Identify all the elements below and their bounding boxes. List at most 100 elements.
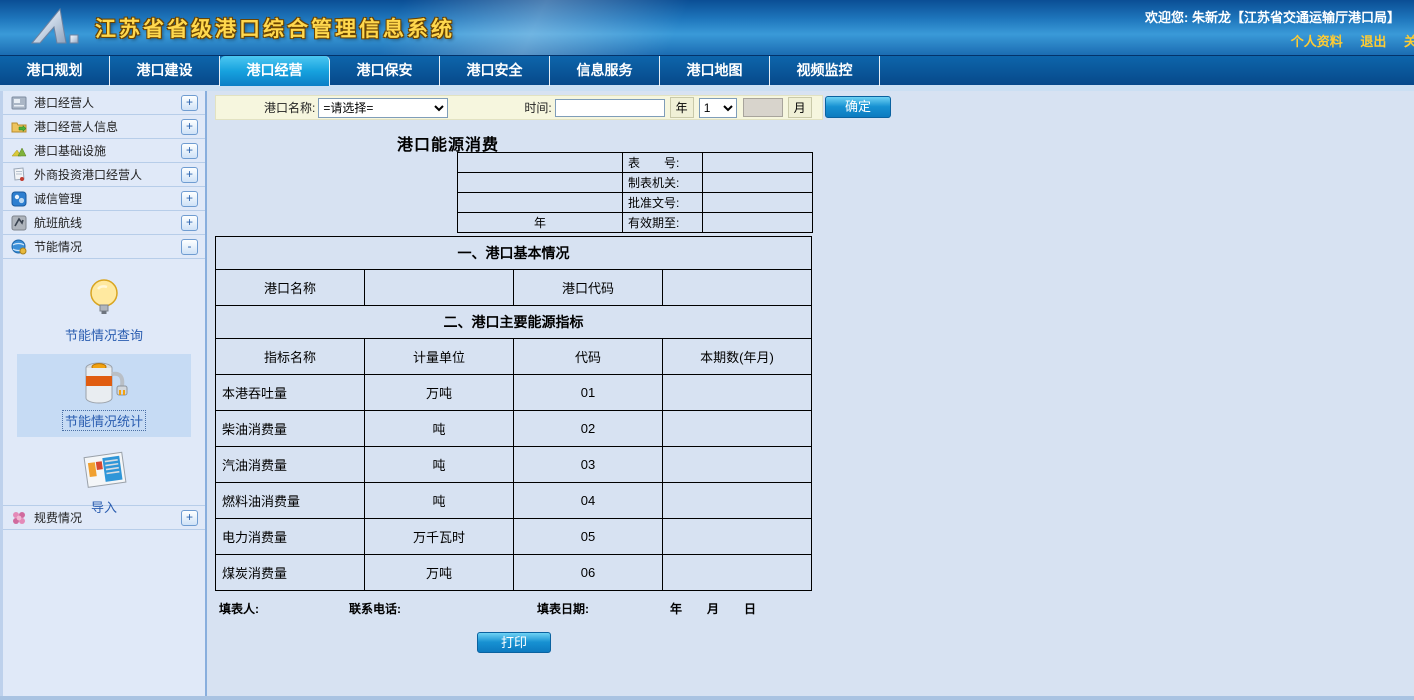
time-label: 时间: [524,99,551,116]
expand-button[interactable]: + [181,215,198,231]
form-filler-label: 填表人: [219,600,259,617]
month-select[interactable]: 1 [699,98,737,118]
tab-video-monitor[interactable]: 视频监控 [770,56,880,86]
indicator-name: 电力消费量 [216,519,365,555]
globe-icon [11,239,27,255]
energy-query-item[interactable]: 节能情况查询 [17,269,191,350]
app-title: 江苏省省级港口综合管理信息系统 [95,13,455,43]
table-row: 汽油消费量 吨 03 [216,447,812,483]
port-name-cell: 港口名称 [216,270,365,306]
unit-cell: 万千瓦时 [365,519,514,555]
import-icon [78,447,130,493]
tab-port-operation[interactable]: 港口经营 [220,56,330,86]
energy-report-table: 一、港口基本情况 港口名称 港口代码 二、港口主要能源指标 指标名称 计量单位 … [215,236,812,591]
info-label: 制表机关: [623,173,703,193]
value-cell [663,519,812,555]
port-name-select[interactable]: =请选择= [318,98,448,118]
tab-port-safety[interactable]: 港口安全 [440,56,550,86]
info-value [703,153,813,173]
column-header-row: 指标名称 计量单位 代码 本期数(年月) [216,339,812,375]
expand-button[interactable]: + [181,143,198,159]
info-label: 批准文号: [623,193,703,213]
info-value [703,213,813,233]
info-label: 有效期至: [623,213,703,233]
unit-cell: 吨 [365,447,514,483]
indicator-name: 柴油消费量 [216,411,365,447]
table-row: 燃料油消费量 吨 04 [216,483,812,519]
tab-info-service[interactable]: 信息服务 [550,56,660,86]
sidebar-item-credit-management[interactable]: 诚信管理 + [3,187,205,211]
sidebar-item-label: 航班航线 [34,214,181,231]
folder-arrow-icon [11,119,27,135]
indicator-name: 本港吞吐量 [216,375,365,411]
info-value [703,193,813,213]
sidebar-item-energy-saving[interactable]: 节能情况 - [3,235,205,259]
table-row: 表 号: [458,153,813,173]
code-cell: 04 [514,483,663,519]
year-input[interactable] [555,99,665,117]
expand-button[interactable]: + [181,510,198,526]
disabled-box [743,98,783,117]
close-link[interactable]: 关闭 [1404,34,1414,49]
code-cell: 02 [514,411,663,447]
tab-port-map[interactable]: 港口地图 [660,56,770,86]
table-row: 年 有效期至: [458,213,813,233]
tab-port-security[interactable]: 港口保安 [330,56,440,86]
section2-title: 二、港口主要能源指标 [216,306,812,339]
code-cell: 03 [514,447,663,483]
sidebar-item-operator-info[interactable]: 港口经营人信息 + [3,115,205,139]
table-row: 制表机关: [458,173,813,193]
people-icon [11,191,27,207]
energy-stats-item[interactable]: 节能情况统计 [17,354,191,437]
info-cell [458,193,623,213]
info-cell [458,173,623,193]
tab-port-construction[interactable]: 港口建设 [110,56,220,86]
code-cell: 05 [514,519,663,555]
info-cell [458,153,623,173]
expand-button[interactable]: + [181,167,198,183]
profile-link[interactable]: 个人资料 [1291,34,1343,49]
code-cell: 06 [514,555,663,591]
print-button[interactable]: 打印 [477,632,551,653]
indicator-name: 煤炭消费量 [216,555,365,591]
energy-stats-label: 节能情况统计 [62,410,146,431]
document-pen-icon [11,167,27,183]
year-label: 年 [670,600,682,617]
expand-button[interactable]: + [181,95,198,111]
app-logo-icon [26,5,84,52]
sidebar-item-flight-routes[interactable]: 航班航线 + [3,211,205,235]
unit-cell: 万吨 [365,555,514,591]
info-value [703,173,813,193]
value-cell [663,555,812,591]
sidebar-item-label: 港口经营人 [34,94,181,111]
collapse-button[interactable]: - [181,239,198,255]
expand-button[interactable]: + [181,119,198,135]
app-header: 江苏省省级港口综合管理信息系统 欢迎您: 朱新龙【江苏省交通运输厅港口局】 个人… [0,0,1414,55]
year-suffix-label: 年 [670,97,694,118]
unit-cell: 吨 [365,483,514,519]
section1-title: 一、港口基本情况 [216,237,812,270]
confirm-button[interactable]: 确定 [825,96,891,118]
sidebar-item-foreign-investment[interactable]: 外商投资港口经营人 + [3,163,205,187]
value-cell [663,483,812,519]
table-row: 煤炭消费量 万吨 06 [216,555,812,591]
energy-saving-panel: 节能情况查询 节能情况统计 [3,259,205,506]
card-icon [11,95,27,111]
sidebar-item-port-infrastructure[interactable]: 港口基础设施 + [3,139,205,163]
column-header: 代码 [514,339,663,375]
report-info-table: 表 号: 制表机关: 批准文号: 年 有效期至: [457,152,813,233]
table-row: 柴油消费量 吨 02 [216,411,812,447]
table-row: 批准文号: [458,193,813,213]
header-links: 个人资料 退出 关闭 [1277,31,1414,50]
expand-button[interactable]: + [181,191,198,207]
info-label: 表 号: [623,153,703,173]
logout-link[interactable]: 退出 [1360,34,1386,49]
tab-port-planning[interactable]: 港口规划 [0,56,110,86]
table-row: 本港吞吐量 万吨 01 [216,375,812,411]
port-name-label: 港口名称: [264,99,315,116]
flower-icon [11,510,27,526]
port-name-value [365,270,514,306]
column-header: 指标名称 [216,339,365,375]
sidebar-item-fees[interactable]: 规费情况 + [3,506,205,530]
sidebar-item-port-operators[interactable]: 港口经营人 + [3,91,205,115]
